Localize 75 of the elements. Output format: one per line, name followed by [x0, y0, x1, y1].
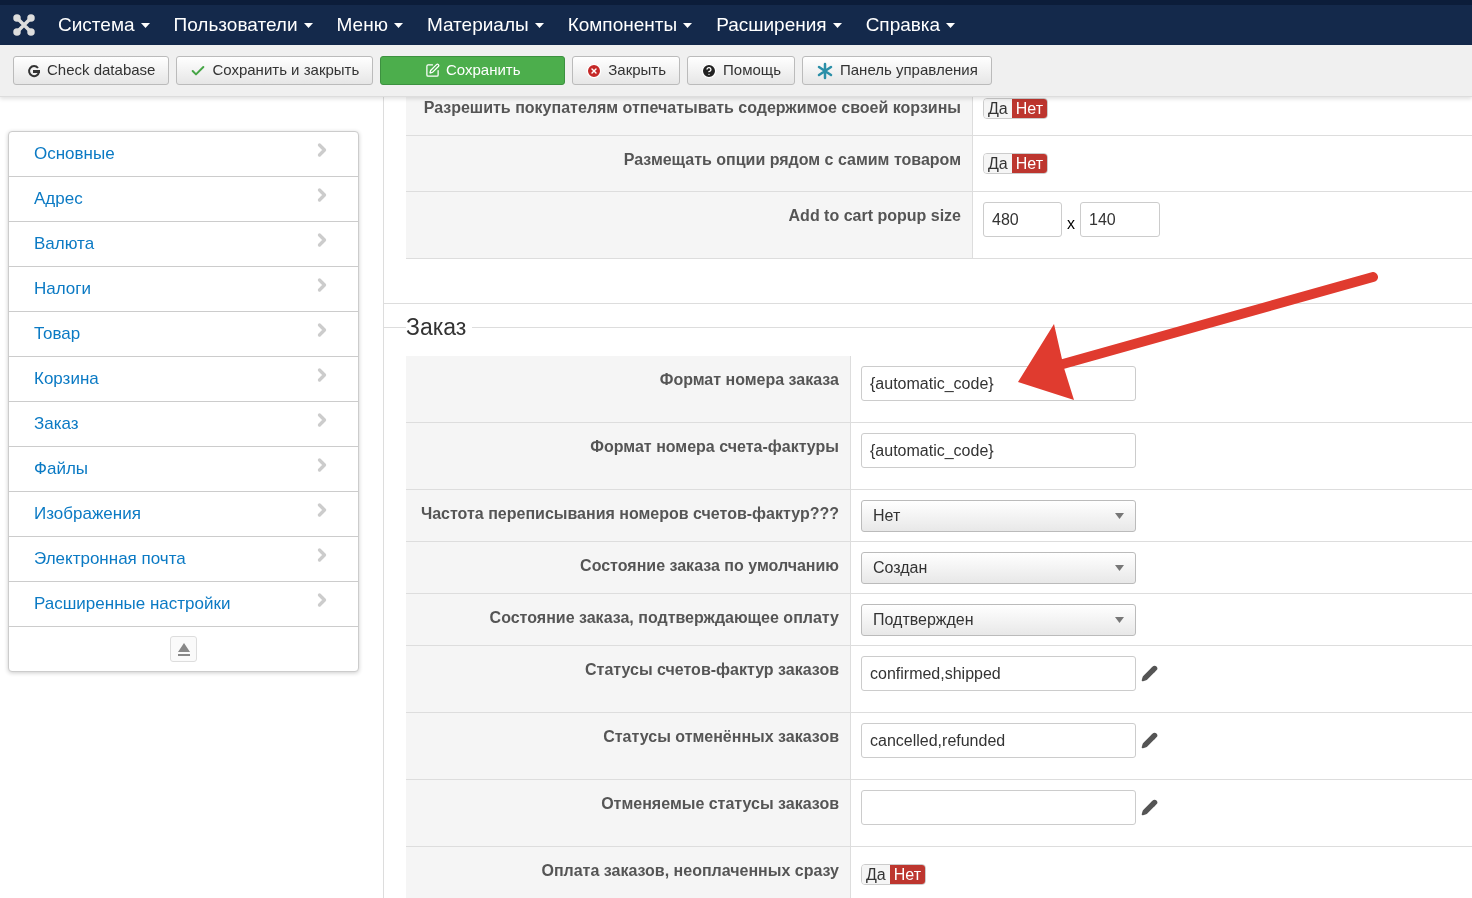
- sidebar-item[interactable]: Адрес: [9, 177, 358, 222]
- toolbar-button[interactable]: Панель управления: [801, 56, 992, 85]
- text-field[interactable]: confirmed,shipped: [861, 656, 1136, 691]
- caret-icon: [832, 22, 842, 28]
- dropdown[interactable]: Нет: [861, 500, 1136, 532]
- logo-icon[interactable]: [12, 13, 36, 37]
- text-field[interactable]: [861, 790, 1136, 825]
- yes-no-toggle[interactable]: Да Нет: [983, 98, 1048, 119]
- caret-icon: [683, 22, 693, 28]
- toggle-option[interactable]: Нет: [889, 865, 925, 884]
- menu-item[interactable]: Материалы: [414, 10, 556, 40]
- toolbar-button[interactable]: Помощь: [687, 56, 795, 85]
- toggle-option[interactable]: Нет: [1011, 99, 1047, 118]
- text-field[interactable]: {automatic_code}: [861, 433, 1136, 468]
- field-label: Формат номера заказа: [659, 371, 839, 388]
- toggle-option[interactable]: Нет: [1011, 154, 1047, 173]
- yes-no-toggle[interactable]: Да Нет: [861, 864, 926, 885]
- field-label: Отменяемые статусы заказов: [601, 795, 839, 812]
- field-label: Размещать опции рядом с самим товаром: [623, 151, 961, 168]
- menu-item[interactable]: Справка: [853, 10, 968, 40]
- sidebar-item[interactable]: Налоги: [9, 267, 358, 312]
- edit-icon: [424, 63, 440, 78]
- caret-icon: [534, 22, 544, 28]
- toolbar-button[interactable]: Check database: [13, 56, 170, 85]
- pencil-icon[interactable]: [1141, 799, 1158, 816]
- caret-icon: [140, 22, 150, 28]
- eject-icon: [177, 642, 190, 656]
- menu-item[interactable]: Система: [46, 10, 162, 40]
- field-label: Состояние заказа по умолчанию: [580, 557, 839, 574]
- dropdown[interactable]: Подтвержден: [861, 604, 1136, 636]
- asterisk-icon: [815, 61, 834, 80]
- menu-item[interactable]: Пользователи: [161, 10, 325, 40]
- sidebar-item[interactable]: Файлы: [9, 447, 358, 492]
- sidebar-item[interactable]: Расширенные настройки: [9, 582, 358, 627]
- text-field[interactable]: 480: [983, 202, 1062, 237]
- field-label: Статусы отменённых заказов: [603, 728, 839, 745]
- field-label: Оплата заказов, неоплаченных сразу: [541, 862, 839, 879]
- yes-no-toggle[interactable]: Да Нет: [983, 153, 1048, 174]
- dropdown-caret-icon: [1115, 565, 1124, 571]
- sidebar-item[interactable]: Корзина: [9, 357, 358, 402]
- pencil-icon[interactable]: [1141, 665, 1158, 682]
- field-label: Add to cart popup size: [788, 207, 961, 224]
- toggle-option[interactable]: Да: [862, 865, 890, 884]
- field-label: Разрешить покупателям отпечатывать содержимое своей корзины: [423, 99, 961, 116]
- text-field[interactable]: cancelled,refunded: [861, 723, 1136, 758]
- field-label: Частота переписывания номеров счетов-фактур???: [420, 505, 839, 522]
- sidebar-item[interactable]: Основные: [9, 132, 358, 177]
- database-refresh-icon: [27, 63, 41, 78]
- collapse-button[interactable]: [170, 636, 197, 662]
- menu-item[interactable]: Расширения: [704, 10, 854, 40]
- toolbar-button[interactable]: Сохранить и закрыть: [176, 56, 374, 85]
- text-field[interactable]: 140: [1080, 202, 1160, 237]
- sidebar-item[interactable]: Товар: [9, 312, 358, 357]
- toggle-option[interactable]: Да: [984, 154, 1012, 173]
- close-icon: [586, 62, 603, 79]
- toolbar-button[interactable]: Закрыть: [572, 56, 681, 85]
- help-icon: [701, 62, 718, 79]
- pencil-icon[interactable]: [1141, 732, 1158, 749]
- menu-item[interactable]: Меню: [324, 10, 415, 40]
- sidebar-item[interactable]: Заказ: [9, 402, 358, 447]
- field-label: Формат номера счета-фактуры: [590, 438, 839, 455]
- dropdown-caret-icon: [1115, 513, 1124, 519]
- dropdown[interactable]: Создан: [861, 552, 1136, 584]
- caret-icon: [303, 22, 313, 28]
- field-label: Статусы счетов-фактур заказов: [585, 661, 839, 678]
- menu-item[interactable]: Компоненты: [555, 10, 705, 40]
- toggle-option[interactable]: Да: [984, 99, 1012, 118]
- caret-icon: [946, 22, 956, 28]
- sidebar-item[interactable]: Изображения: [9, 492, 358, 537]
- dropdown-caret-icon: [1115, 617, 1124, 623]
- field-label: Состояние заказа, подтверждающее оплату: [489, 609, 839, 626]
- sidebar-item[interactable]: Валюта: [9, 222, 358, 267]
- caret-icon: [393, 22, 403, 28]
- sidebar-item[interactable]: Электронная почта: [9, 537, 358, 582]
- times-sign: x: [1067, 213, 1075, 234]
